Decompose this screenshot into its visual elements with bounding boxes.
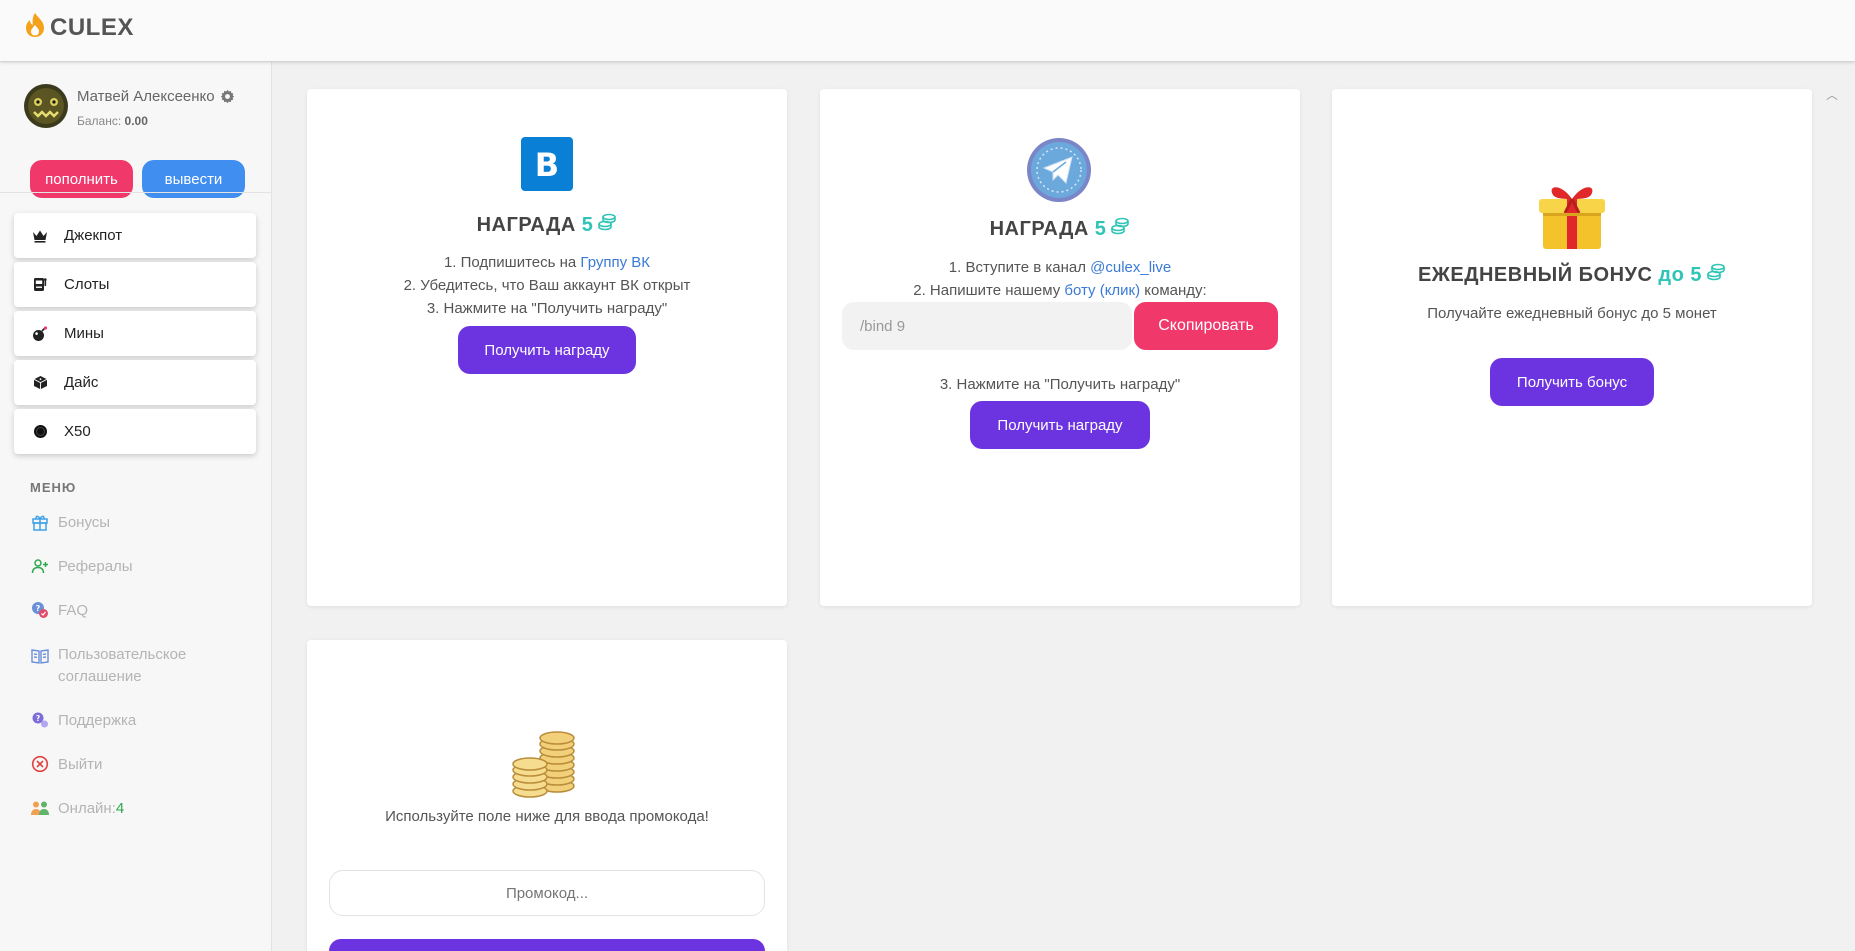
telegram-reward-card: НАГРАДА 5 1. Вступите в канал @culex_liv… xyxy=(820,89,1300,606)
menu-item-online: Онлайн:4 xyxy=(30,798,260,820)
promo-code-input[interactable] xyxy=(329,870,765,916)
flame-icon xyxy=(24,12,46,43)
telegram-channel-link[interactable]: @culex_live xyxy=(1090,259,1171,276)
svg-text:?: ? xyxy=(36,714,40,723)
menu-title: МЕНЮ xyxy=(30,480,77,495)
menu: Бонусы Рефералы ? FAQ Пользовательское с… xyxy=(30,512,260,842)
telegram-claim-reward-button[interactable]: Получить награду xyxy=(970,401,1150,449)
slot-machine-icon xyxy=(32,277,48,293)
menu-item-bonuses[interactable]: Бонусы xyxy=(30,512,260,534)
crown-icon xyxy=(32,228,48,244)
scroll-up-icon[interactable]: ︿ xyxy=(1826,86,1838,103)
telegram-steps: 1. Вступите в канал @culex_live 2. Напиш… xyxy=(913,259,1207,299)
balance-value: 0.00 xyxy=(124,114,148,128)
balance: Баланс: 0.00 xyxy=(77,114,148,128)
logo[interactable]: CULEX xyxy=(24,12,134,43)
telegram-bot-link[interactable]: боту (клик) xyxy=(1064,282,1140,299)
menu-item-faq[interactable]: ? FAQ xyxy=(30,600,260,622)
coin-stack-icon xyxy=(511,730,583,805)
daily-bonus-title: ЕЖЕДНЕВНЫЙ БОНУС до 5 xyxy=(1332,263,1812,287)
daily-bonus-card: ЕЖЕДНЕВНЫЙ БОНУС до 5 Получайте ежедневн… xyxy=(1332,89,1812,606)
coins-icon xyxy=(1706,263,1726,287)
game-item-x50[interactable]: X50 xyxy=(14,409,256,454)
promo-description: Используйте поле ниже для ввода промокод… xyxy=(385,808,709,825)
telegram-step-3: 3. Нажмите на "Получить награду" xyxy=(939,376,1181,393)
circle-icon xyxy=(32,424,48,440)
sidebar: Матвей Алексеенко Баланс: 0.00 пополнить… xyxy=(0,62,272,951)
logo-text: CULEX xyxy=(50,13,134,41)
book-icon xyxy=(30,646,50,666)
menu-item-referrals[interactable]: Рефералы xyxy=(30,556,260,578)
user-plus-icon xyxy=(30,556,50,576)
vk-reward-card: B НАГРАДА 5 1. Подпишитесь на Группу ВК … xyxy=(307,89,787,606)
game-item-mines[interactable]: Мины xyxy=(14,311,256,356)
coins-icon xyxy=(1110,217,1130,241)
gift-box-icon xyxy=(1537,179,1607,256)
telegram-reward-amount: 5 xyxy=(1094,217,1107,240)
vk-claim-reward-button[interactable]: Получить награду xyxy=(458,326,636,374)
daily-bonus-amount: до 5 xyxy=(1658,263,1703,286)
vk-reward-amount: 5 xyxy=(581,213,594,236)
top-header: CULEX xyxy=(0,0,1855,62)
game-item-jackpot[interactable]: Джекпот xyxy=(14,213,256,258)
faq-icon: ? xyxy=(30,600,50,620)
menu-item-logout[interactable]: Выйти xyxy=(30,754,260,776)
telegram-logo-icon xyxy=(1026,137,1092,208)
svg-text:B: B xyxy=(535,146,559,184)
daily-claim-bonus-button[interactable]: Получить бонус xyxy=(1490,358,1654,406)
sidebar-divider xyxy=(0,192,271,193)
support-icon: ? xyxy=(30,710,50,730)
gift-icon xyxy=(30,512,50,532)
vk-steps: 1. Подпишитесь на Группу ВК 2. Убедитесь… xyxy=(403,254,691,317)
online-count: 4 xyxy=(115,800,125,817)
exit-icon xyxy=(30,754,50,774)
vk-group-link[interactable]: Группу ВК xyxy=(580,254,650,271)
game-item-dice[interactable]: Дайс xyxy=(14,360,256,405)
game-item-slots[interactable]: Слоты xyxy=(14,262,256,307)
menu-item-support[interactable]: ? Поддержка xyxy=(30,710,260,732)
vk-logo-icon: B xyxy=(521,137,573,196)
menu-item-user-agreement[interactable]: Пользовательское соглашение xyxy=(30,644,260,688)
game-list: Джекпот Слоты Мины Дайс X50 xyxy=(14,213,256,458)
dice-icon xyxy=(32,375,48,391)
promo-code-card: Используйте поле ниже для ввода промокод… xyxy=(307,640,787,951)
daily-bonus-description: Получайте ежедневный бонус до 5 монет xyxy=(1427,305,1717,322)
copy-command-button[interactable]: Скопировать xyxy=(1134,302,1278,350)
bomb-icon xyxy=(32,325,48,342)
bind-command-input[interactable] xyxy=(842,302,1132,350)
avatar[interactable] xyxy=(24,84,68,128)
telegram-reward-title: НАГРАДА 5 xyxy=(820,217,1300,241)
coins-icon xyxy=(597,213,617,237)
user-name: Матвей Алексеенко xyxy=(77,88,235,105)
users-icon xyxy=(30,798,50,818)
promo-activate-button[interactable] xyxy=(329,939,765,951)
vk-reward-title: НАГРАДА 5 xyxy=(307,213,787,237)
gear-icon[interactable] xyxy=(220,89,235,104)
